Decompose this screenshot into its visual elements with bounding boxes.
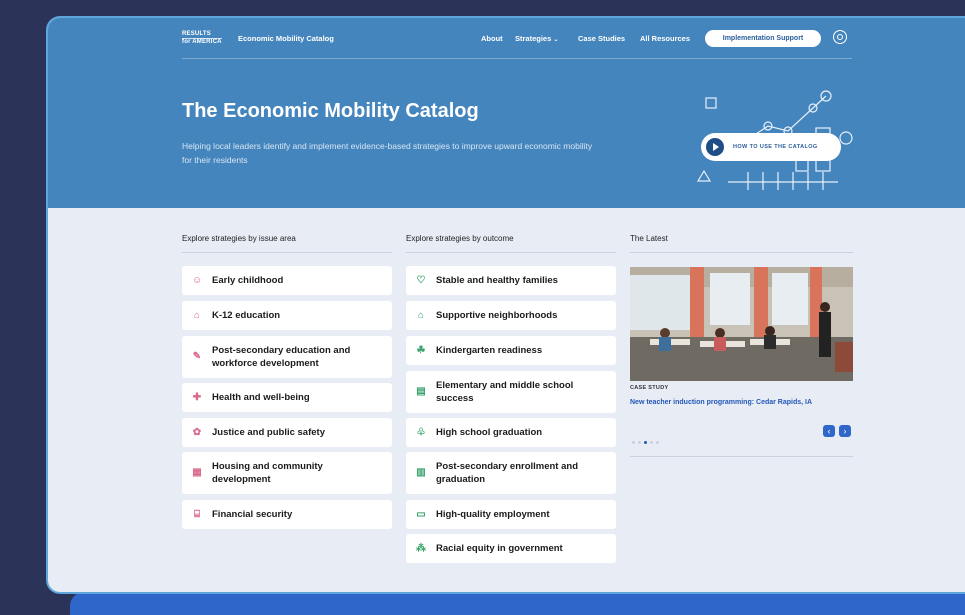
carousel-prev-button[interactable]: ‹ [823, 425, 835, 437]
carousel-dot-active[interactable] [644, 441, 647, 444]
carousel-dot[interactable] [638, 441, 641, 444]
outcome-item-label: Elementary and middle school success [436, 380, 574, 404]
case-study-tag: CASE STUDY [630, 385, 669, 391]
issue-item-label: Early childhood [212, 275, 284, 286]
nav-strategies-label: Strategies [515, 34, 552, 43]
outcome-divider [406, 252, 616, 253]
outcome-item-high-school[interactable]: ♧ High school graduation [406, 418, 616, 447]
issue-item-label: K-12 education [212, 310, 281, 321]
play-icon [706, 138, 724, 156]
how-to-use-label: HOW TO USE THE CATALOG [733, 144, 818, 150]
child-icon: ☘ [416, 344, 426, 356]
chevron-down-icon: ⌄ [553, 37, 559, 43]
bottom-band [70, 592, 965, 615]
outcome-item-label: Supportive neighborhoods [436, 310, 558, 321]
issue-item-label: Housing and community development [212, 461, 323, 485]
outcome-item-label: High-quality employment [436, 509, 550, 520]
logo-line2: for AMERICA [182, 39, 222, 45]
school-icon: ⌂ [193, 309, 201, 321]
outcome-item-post-secondary-enrollment[interactable]: ▥ Post-secondary enrollment and graduati… [406, 452, 616, 494]
neighborhood-icon: ⌂ [417, 309, 425, 321]
nav-about[interactable]: About [481, 34, 503, 43]
latest-divider [630, 252, 853, 253]
nav-strategies[interactable]: Strategies ⌄ [515, 34, 558, 43]
issue-item-health[interactable]: ✚ Health and well-being [182, 383, 392, 412]
brand-link[interactable]: Economic Mobility Catalog [238, 34, 334, 43]
cap-icon: ♧ [416, 426, 426, 438]
nav-case-studies[interactable]: Case Studies [578, 34, 625, 43]
page-title: The Economic Mobility Catalog [182, 100, 479, 122]
issue-item-housing[interactable]: ▦ Housing and community development [182, 452, 392, 494]
building-icon: ▦ [192, 467, 202, 478]
page-subtitle: Helping local leaders identify and imple… [182, 141, 593, 165]
outcome-item-label: Stable and healthy families [436, 275, 558, 286]
issue-item-post-secondary[interactable]: ✎ Post-secondary education and workforce… [182, 336, 392, 378]
nav-all-resources[interactable]: All Resources [640, 34, 690, 43]
issue-item-k12[interactable]: ⌂ K-12 education [182, 301, 392, 330]
outcome-item-label: High school graduation [436, 427, 543, 438]
justice-icon: ✿ [192, 426, 202, 438]
outcome-item-racial-equity[interactable]: ⁂ Racial equity in government [406, 534, 616, 563]
people-icon: ⁂ [416, 542, 426, 554]
case-study-title-link[interactable]: New teacher induction programming: Cedar… [630, 398, 852, 407]
outcome-item-employment[interactable]: ▭ High-quality employment [406, 500, 616, 529]
issue-item-justice[interactable]: ✿ Justice and public safety [182, 418, 392, 447]
carousel-dot[interactable] [650, 441, 653, 444]
outcome-item-elementary[interactable]: ▤ Elementary and middle school success [406, 371, 616, 413]
logo-line1: RESULTS [182, 31, 222, 39]
outcome-item-label: Kindergarten readiness [436, 345, 543, 356]
heart-icon: ♡ [416, 274, 426, 286]
browser-frame: RESULTS for AMERICA Economic Mobility Ca… [46, 16, 965, 594]
latest-bottom-divider [630, 456, 853, 457]
issue-item-early-childhood[interactable]: ☺ Early childhood [182, 266, 392, 295]
logo[interactable]: RESULTS for AMERICA [182, 31, 222, 45]
implementation-support-button[interactable]: Implementation Support [705, 30, 821, 47]
issue-item-financial[interactable]: ⌸ Financial security [182, 500, 392, 529]
latest-heading: The Latest [630, 234, 668, 243]
health-cross-icon: ✚ [192, 391, 202, 403]
outcome-heading: Explore strategies by outcome [406, 234, 514, 243]
top-nav: RESULTS for AMERICA Economic Mobility Ca… [48, 18, 965, 59]
outcome-item-label: Post-secondary enrollment and graduation [436, 461, 579, 485]
nav-divider [182, 58, 852, 59]
outcome-item-families[interactable]: ♡ Stable and healthy families [406, 266, 616, 295]
hero-section: RESULTS for AMERICA Economic Mobility Ca… [48, 18, 965, 208]
carousel-dot[interactable] [656, 441, 659, 444]
issue-area-heading: Explore strategies by issue area [182, 234, 296, 243]
outcome-item-label: Racial equity in government [436, 543, 563, 554]
issue-item-label: Post-secondary education and workforce d… [212, 345, 351, 369]
issue-divider [182, 252, 392, 253]
search-icon[interactable] [833, 30, 847, 44]
carousel-dot[interactable] [632, 441, 635, 444]
bank-icon: ⌸ [194, 508, 200, 520]
issue-item-label: Justice and public safety [212, 427, 325, 438]
how-to-use-button[interactable]: HOW TO USE THE CATALOG [701, 133, 841, 161]
issue-item-label: Health and well-being [212, 392, 310, 403]
graduation-icon: ✎ [192, 351, 202, 362]
document-icon: ▥ [416, 467, 426, 478]
outcome-item-kindergarten[interactable]: ☘ Kindergarten readiness [406, 336, 616, 365]
classroom-photo[interactable] [630, 267, 853, 381]
carousel-next-button[interactable]: › [839, 425, 851, 437]
briefcase-icon: ▭ [416, 508, 426, 520]
book-icon: ▤ [416, 386, 426, 397]
baby-icon: ☺ [191, 274, 203, 286]
carousel-dots[interactable] [632, 431, 662, 449]
outcome-item-neighborhoods[interactable]: ⌂ Supportive neighborhoods [406, 301, 616, 330]
issue-item-label: Financial security [212, 509, 293, 520]
